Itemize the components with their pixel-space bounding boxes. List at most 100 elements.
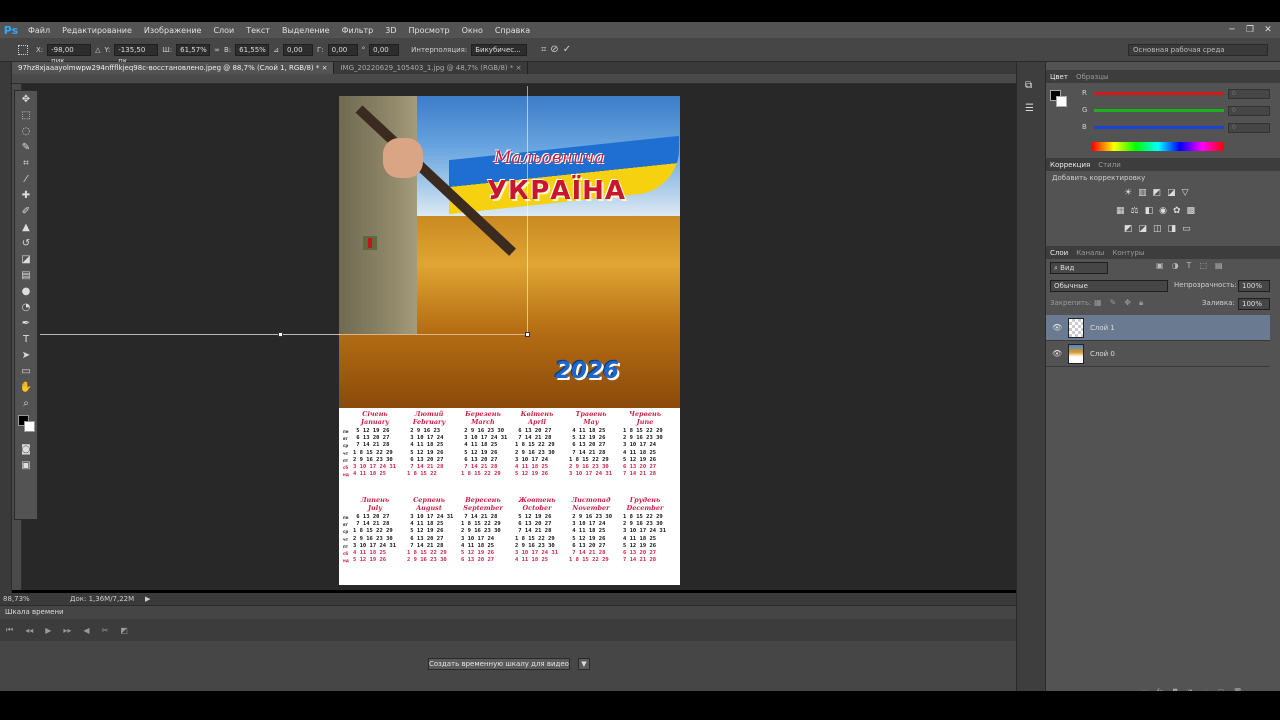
- history-icon[interactable]: ⧉: [1025, 80, 1045, 91]
- cancel-transform-icon[interactable]: ⊘: [550, 44, 558, 55]
- dodge-tool-icon[interactable]: ◔: [15, 299, 37, 315]
- screen-mode-icon[interactable]: ▣: [15, 457, 37, 473]
- move-tool-icon[interactable]: ✥: [15, 91, 37, 107]
- fill-input[interactable]: 100%: [1238, 298, 1270, 310]
- menu-window[interactable]: Окно: [456, 26, 489, 35]
- bg-color-swatch[interactable]: [1056, 96, 1067, 107]
- tab-color[interactable]: Цвет: [1050, 73, 1068, 81]
- hskew-input[interactable]: 0,00: [327, 43, 358, 56]
- tab-adjustments[interactable]: Коррекция: [1050, 161, 1090, 169]
- r-value[interactable]: 0: [1228, 89, 1270, 99]
- layer-row-0[interactable]: 👁︎ Слой 0: [1046, 341, 1270, 367]
- lock-position-icon[interactable]: ✥: [1124, 298, 1131, 308]
- menu-image[interactable]: Изображение: [138, 26, 208, 35]
- transform-handle[interactable]: [278, 332, 283, 337]
- exposure-icon[interactable]: ◪: [1167, 188, 1176, 198]
- close-icon[interactable]: ✕: [1262, 25, 1274, 35]
- layer-row-1[interactable]: 👁︎ Слой 1: [1046, 315, 1270, 341]
- menu-filter[interactable]: Фильтр: [336, 26, 380, 35]
- black-white-icon[interactable]: ◧: [1145, 206, 1154, 216]
- create-video-timeline-button[interactable]: Создать временную шкалу для видео: [428, 658, 570, 670]
- healing-tool-icon[interactable]: ✚: [15, 187, 37, 203]
- menu-select[interactable]: Выделение: [276, 26, 336, 35]
- quick-select-tool-icon[interactable]: ✎: [15, 139, 37, 155]
- shape-filter-icon[interactable]: ⬚: [1199, 261, 1207, 270]
- background-color-swatch[interactable]: [24, 421, 35, 432]
- brush-tool-icon[interactable]: ✐: [15, 203, 37, 219]
- height-input[interactable]: 61,55%: [235, 43, 270, 56]
- g-slider[interactable]: [1094, 109, 1224, 112]
- tab-close-icon[interactable]: ×: [322, 64, 328, 72]
- visibility-eye-icon[interactable]: 👁︎: [1052, 349, 1062, 358]
- lock-pixels-icon[interactable]: ✎: [1110, 298, 1117, 308]
- next-frame-icon[interactable]: ▸▸: [63, 626, 71, 635]
- history-brush-icon[interactable]: ↺: [15, 235, 37, 251]
- path-select-tool-icon[interactable]: ➤: [15, 347, 37, 363]
- prev-frame-icon[interactable]: ◂◂: [25, 626, 33, 635]
- menu-view[interactable]: Просмотр: [403, 26, 456, 35]
- vibrance-icon[interactable]: ▽: [1182, 188, 1189, 198]
- color-spectrum[interactable]: [1092, 142, 1224, 151]
- angle-input[interactable]: 0,00: [283, 43, 313, 56]
- crop-tool-icon[interactable]: ⌗: [15, 155, 37, 171]
- reference-point-icon[interactable]: [18, 44, 28, 55]
- play-icon[interactable]: ▶: [45, 626, 51, 635]
- document-canvas[interactable]: Мальовнича УКРАЇНА 2026 пн вт ср чт пт сб нд п…: [339, 96, 680, 585]
- type-tool-icon[interactable]: T: [15, 331, 37, 347]
- zoom-level[interactable]: 88,73%: [0, 595, 50, 603]
- commit-transform-icon[interactable]: ✓: [563, 44, 571, 55]
- tab-document-2[interactable]: IMG_20220629_105403_1.jpg @ 48,7% (RGB/8…: [334, 62, 529, 74]
- tab-swatches[interactable]: Образцы: [1076, 73, 1109, 81]
- transform-handle[interactable]: [525, 332, 530, 337]
- lock-all-icon[interactable]: 🔒︎: [1139, 298, 1143, 308]
- timeline-dropdown-icon[interactable]: ▼: [578, 658, 590, 670]
- transition-icon[interactable]: ◩: [120, 626, 128, 635]
- adjustment-filter-icon[interactable]: ◑: [1172, 261, 1179, 270]
- stamp-tool-icon[interactable]: ▲: [15, 219, 37, 235]
- restore-icon[interactable]: ❐: [1244, 25, 1256, 35]
- invert-icon[interactable]: ◩: [1124, 224, 1133, 234]
- y-input[interactable]: -135,50 пк: [114, 43, 159, 65]
- quick-mask-icon[interactable]: ◙: [15, 441, 37, 457]
- r-slider[interactable]: [1094, 92, 1224, 95]
- tab-channels[interactable]: Каналы: [1076, 249, 1104, 257]
- first-frame-icon[interactable]: ⏮: [6, 625, 13, 635]
- width-input[interactable]: 61,57%: [176, 43, 211, 56]
- menu-file[interactable]: Файл: [22, 26, 56, 35]
- threshold-icon[interactable]: ◫: [1153, 224, 1162, 234]
- menu-help[interactable]: Справка: [489, 26, 536, 35]
- tab-layers[interactable]: Слои: [1050, 249, 1068, 257]
- b-slider[interactable]: [1094, 126, 1224, 129]
- audio-icon[interactable]: ◀: [83, 626, 89, 635]
- hue-saturation-icon[interactable]: ▦: [1116, 206, 1125, 216]
- shape-tool-icon[interactable]: ▭: [15, 363, 37, 379]
- menu-text[interactable]: Текст: [240, 26, 276, 35]
- tab-paths[interactable]: Контуры: [1112, 249, 1144, 257]
- minimize-icon[interactable]: ─: [1226, 25, 1238, 35]
- tab-document-1[interactable]: 97hz8xjaaayolmwpw294nffflkjeq98c-восстан…: [12, 62, 335, 74]
- zoom-tool-icon[interactable]: ⌕: [15, 395, 37, 411]
- pen-tool-icon[interactable]: ✒: [15, 315, 37, 331]
- gradient-map-icon[interactable]: ▭: [1182, 224, 1191, 234]
- smart-filter-icon[interactable]: ▤: [1215, 261, 1223, 270]
- color-swatches-icon[interactable]: [15, 411, 37, 441]
- workspace-select[interactable]: Основная рабочая среда: [1128, 44, 1268, 56]
- warp-icon[interactable]: ⌗: [541, 45, 546, 55]
- photo-filter-icon[interactable]: ◉: [1159, 206, 1167, 216]
- levels-icon[interactable]: ▥: [1138, 188, 1147, 198]
- marquee-tool-icon[interactable]: ⬚: [15, 107, 37, 123]
- menu-edit[interactable]: Редактирование: [56, 26, 138, 35]
- blend-mode-select[interactable]: Обычные: [1050, 280, 1168, 292]
- color-balance-icon[interactable]: ⚖: [1131, 206, 1139, 216]
- brightness-icon[interactable]: ☀: [1124, 188, 1132, 198]
- channel-mixer-icon[interactable]: ✿: [1173, 206, 1181, 216]
- split-icon[interactable]: ✂: [102, 626, 109, 635]
- type-filter-icon[interactable]: T: [1187, 261, 1192, 270]
- selective-color-icon[interactable]: ◨: [1168, 224, 1177, 234]
- opacity-input[interactable]: 100%: [1238, 280, 1270, 292]
- menu-layers[interactable]: Слои: [207, 26, 240, 35]
- layer-kind-filter[interactable]: ⌕ Вид: [1050, 262, 1108, 274]
- pixel-filter-icon[interactable]: ▣: [1156, 261, 1164, 270]
- hand-tool-icon[interactable]: ✋: [15, 379, 37, 395]
- properties-icon[interactable]: ☰: [1025, 103, 1045, 114]
